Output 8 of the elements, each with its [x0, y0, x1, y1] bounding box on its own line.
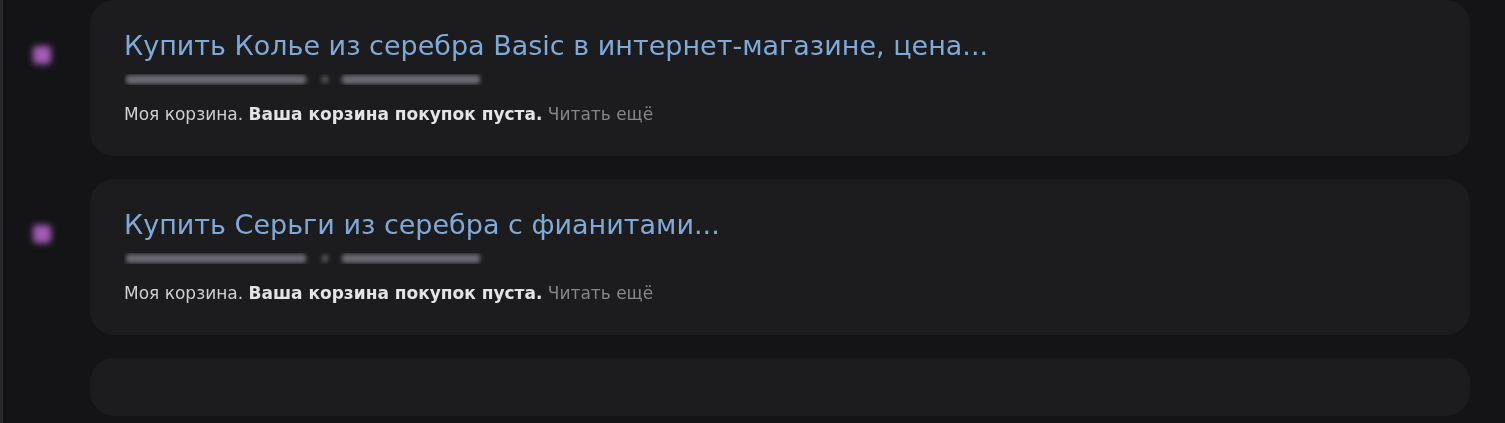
- result-title-link[interactable]: Купить Серьги из серебра с фианитами...: [124, 205, 720, 245]
- read-more-link[interactable]: Читать ещё: [547, 283, 654, 303]
- read-more-link[interactable]: Читать ещё: [547, 104, 654, 124]
- result-title-link[interactable]: Купить Колье из серебра Basic в интернет-магазине, цена...: [124, 26, 989, 66]
- result-snippet: Моя корзина. Ваша корзина покупок пуста. Читать ещё: [124, 283, 654, 303]
- favicon-icon: [33, 46, 51, 64]
- result-snippet: Моя корзина. Ваша корзина покупок пуста. Читать ещё: [124, 104, 654, 124]
- favicon-icon: [33, 225, 51, 243]
